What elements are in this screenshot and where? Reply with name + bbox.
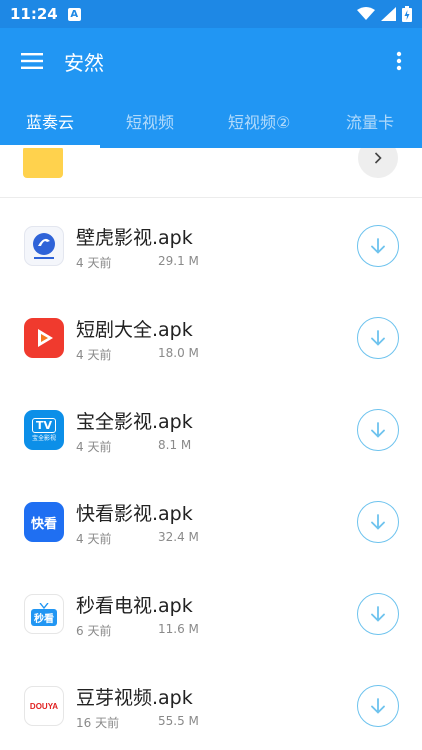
kuaikan-app-icon: 快看 (24, 502, 64, 542)
page-title: 安然 (64, 50, 104, 75)
file-name: 秒看电视.apk (76, 595, 193, 617)
signal-icon (381, 7, 396, 21)
app-bar: 安然 (0, 28, 422, 94)
list-item[interactable]: 短剧大全.apk 4 天前 18.0 M (0, 292, 422, 384)
chevron-right-icon (374, 152, 382, 164)
menu-button[interactable] (0, 28, 64, 94)
list-item[interactable]: 秒看 秒看电视.apk 6 天前 11.6 M (0, 568, 422, 660)
file-size: 11.6 M (158, 622, 199, 636)
tab-short-video-2[interactable]: 短视频② (228, 94, 290, 148)
download-button[interactable] (357, 501, 399, 543)
list-item[interactable]: 壁虎影视.apk 4 天前 29.1 M (0, 200, 422, 292)
list-item[interactable]: 快看 快看影视.apk 4 天前 32.4 M (0, 476, 422, 568)
download-button[interactable] (357, 685, 399, 727)
status-time: 11:24 (10, 5, 58, 23)
tab-short-video[interactable]: 短视频 (126, 94, 174, 148)
file-time: 4 天前 (76, 440, 112, 454)
duanju-app-icon (24, 318, 64, 358)
baoquan-icon-caption: 宝全影视 (31, 435, 56, 442)
download-arrow-icon (371, 238, 385, 254)
baoquan-app-icon: TV 宝全影视 (24, 410, 64, 450)
tab-lanzouyun[interactable]: 蓝奏云 (26, 94, 74, 148)
miaokan-icon-text: 秒看 (31, 608, 57, 626)
douya-app-icon: DOUYA (24, 686, 64, 726)
folder-row[interactable] (0, 148, 422, 198)
file-size: 8.1 M (158, 438, 192, 452)
folder-icon (23, 148, 63, 178)
battery-icon (402, 6, 412, 22)
open-folder-button[interactable] (358, 148, 398, 178)
tab-bar: 蓝奏云 短视频 短视频② 流量卡 (0, 94, 422, 148)
file-name: 豆芽视频.apk (76, 687, 193, 709)
download-arrow-icon (371, 514, 385, 530)
download-arrow-icon (371, 422, 385, 438)
file-name: 壁虎影视.apk (76, 227, 193, 249)
tab-data-card[interactable]: 流量卡 (346, 94, 394, 148)
download-button[interactable] (357, 409, 399, 451)
file-time: 4 天前 (76, 348, 112, 362)
douya-icon-text: DOUYA (29, 701, 59, 711)
miaokan-app-icon: 秒看 (24, 594, 64, 634)
file-name: 宝全影视.apk (76, 411, 193, 433)
file-list[interactable]: 壁虎影视.apk 4 天前 29.1 M 短剧大全.apk 4 天前 18.0 … (0, 148, 422, 750)
file-time: 16 天前 (76, 716, 120, 730)
file-size: 55.5 M (158, 714, 199, 728)
file-size: 32.4 M (158, 530, 199, 544)
file-name: 快看影视.apk (76, 503, 193, 525)
wifi-icon (357, 7, 375, 20)
more-vert-icon (396, 51, 402, 71)
download-button[interactable] (357, 317, 399, 359)
download-arrow-icon (371, 606, 385, 622)
file-time: 4 天前 (76, 532, 112, 546)
list-item[interactable]: DOUYA 豆芽视频.apk 16 天前 55.5 M (0, 660, 422, 750)
bihu-app-icon (24, 226, 64, 266)
download-arrow-icon (371, 698, 385, 714)
kuaikan-icon-text: 快看 (30, 516, 57, 532)
file-name: 短剧大全.apk (76, 319, 193, 341)
hamburger-menu-icon (21, 53, 43, 69)
status-bar: 11:24 A (0, 0, 422, 28)
notification-a-icon: A (67, 7, 81, 21)
file-size: 18.0 M (158, 346, 199, 360)
download-button[interactable] (357, 593, 399, 635)
download-button[interactable] (357, 225, 399, 267)
list-item[interactable]: TV 宝全影视 宝全影视.apk 4 天前 8.1 M (0, 384, 422, 476)
file-time: 4 天前 (76, 256, 112, 270)
download-arrow-icon (371, 330, 385, 346)
more-options-button[interactable] (376, 28, 422, 94)
file-size: 29.1 M (158, 254, 199, 268)
file-time: 6 天前 (76, 624, 112, 638)
baoquan-icon-tv: TV (31, 418, 57, 433)
